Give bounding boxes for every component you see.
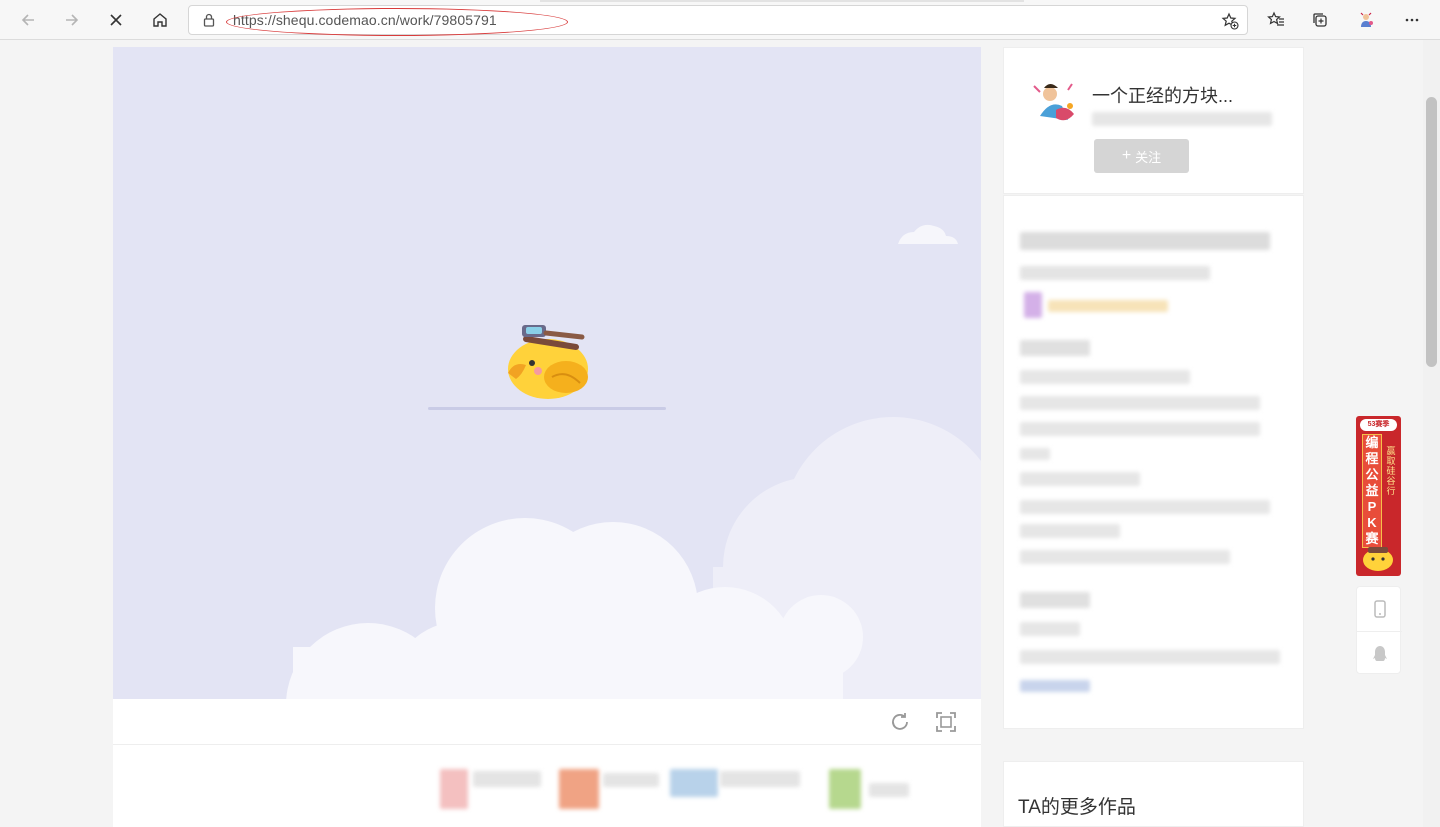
promo-char: 公 xyxy=(1365,467,1379,482)
work-description-card xyxy=(1003,195,1304,729)
phone-icon xyxy=(1373,600,1386,618)
forward-button[interactable] xyxy=(57,5,87,35)
blurred-tag xyxy=(1048,300,1168,312)
page-scrollbar[interactable] xyxy=(1423,40,1440,827)
blurred-text xyxy=(869,783,909,797)
promo-side-char: 取 xyxy=(1386,456,1396,466)
blurred-line xyxy=(1020,422,1260,436)
home-button[interactable] xyxy=(145,5,175,35)
promo-badge: 53赛季 xyxy=(1360,419,1397,431)
blurred-line xyxy=(1020,370,1190,384)
blurred-tag-icon xyxy=(1024,292,1042,318)
page-load-progress xyxy=(540,0,1024,2)
promo-title: 编 程 公 益 P K 赛 xyxy=(1362,434,1382,548)
more-icon xyxy=(1405,18,1419,22)
promo-mascot-icon xyxy=(1363,547,1393,571)
author-card: 一个正经的方块... + 关注 xyxy=(1003,47,1304,194)
browser-toolbar: https://shequ.codemao.cn/work/79805791 xyxy=(0,0,1440,40)
promo-side-char: 赢 xyxy=(1386,446,1396,456)
forward-icon xyxy=(66,14,79,26)
promo-char: P xyxy=(1367,499,1377,514)
blurred-text xyxy=(603,773,659,787)
restart-icon[interactable] xyxy=(888,710,912,734)
promo-char: K xyxy=(1367,515,1377,530)
action-row xyxy=(113,745,981,827)
more-button[interactable] xyxy=(1397,5,1427,35)
side-tools xyxy=(1356,586,1402,675)
url-text[interactable]: https://shequ.codemao.cn/work/79805791 xyxy=(233,12,497,28)
blurred-heading xyxy=(1020,592,1090,608)
scrollbar-thumb[interactable] xyxy=(1426,97,1437,367)
loading-progress-bar xyxy=(428,407,666,410)
promo-subtitle: 赢 取 硅 谷 行 xyxy=(1385,446,1397,496)
blurred-line xyxy=(1020,550,1230,564)
author-avatar-image xyxy=(1026,76,1082,132)
follow-label: 关注 xyxy=(1135,149,1162,165)
blurred-icon-collect[interactable] xyxy=(670,769,718,797)
author-avatar[interactable] xyxy=(1026,76,1082,132)
promo-char: 程 xyxy=(1365,451,1379,466)
blurred-heading xyxy=(1020,340,1090,356)
blurred-text xyxy=(720,771,800,787)
qq-icon xyxy=(1372,645,1387,661)
player-controls xyxy=(113,699,981,745)
more-works-title: TA的更多作品 xyxy=(1018,797,1136,818)
blurred-icon-share[interactable] xyxy=(829,769,861,809)
favorites-button[interactable] xyxy=(1261,5,1291,35)
promo-side-char: 硅 xyxy=(1386,466,1396,476)
blurred-link[interactable] xyxy=(1020,680,1090,692)
promo-char: 编 xyxy=(1365,435,1379,450)
blurred-text xyxy=(473,771,541,787)
promo-char: 益 xyxy=(1365,483,1379,498)
blurred-author-info xyxy=(1092,112,1272,126)
blurred-icon-coin[interactable] xyxy=(559,769,599,809)
stage-background xyxy=(286,224,981,699)
blurred-icon-like[interactable] xyxy=(440,769,468,809)
promo-side-char: 行 xyxy=(1386,486,1396,496)
blurred-line xyxy=(1020,650,1280,664)
favorites-icon xyxy=(1267,11,1284,26)
blurred-work-meta xyxy=(1020,266,1210,280)
back-button[interactable] xyxy=(13,5,43,35)
promo-banner[interactable]: 53赛季 编 程 公 益 P K 赛 赢 取 硅 谷 行 xyxy=(1356,416,1401,576)
collections-button[interactable] xyxy=(1305,5,1335,35)
mobile-button[interactable] xyxy=(1357,587,1402,631)
small-cloud xyxy=(898,224,958,244)
lock-icon[interactable] xyxy=(201,12,217,28)
blurred-line xyxy=(1020,500,1270,514)
blurred-work-title xyxy=(1020,232,1270,250)
profile-button[interactable] xyxy=(1351,5,1381,35)
stop-button[interactable] xyxy=(101,5,131,35)
home-icon xyxy=(153,13,167,27)
blurred-line xyxy=(1020,472,1140,486)
author-name[interactable]: 一个正经的方块... xyxy=(1092,82,1233,108)
collections-icon xyxy=(1313,13,1327,27)
back-icon xyxy=(21,14,34,26)
more-works-card: TA的更多作品 xyxy=(1003,761,1304,827)
profile-icon xyxy=(1360,12,1373,27)
blurred-line xyxy=(1020,524,1120,538)
fullscreen-icon[interactable] xyxy=(934,710,958,734)
blurred-line xyxy=(1020,448,1050,460)
address-bar[interactable]: https://shequ.codemao.cn/work/79805791 xyxy=(188,5,1248,35)
game-stage[interactable] xyxy=(113,47,981,699)
qq-button[interactable] xyxy=(1357,631,1402,675)
promo-side-char: 谷 xyxy=(1386,476,1396,486)
blurred-line xyxy=(1020,396,1260,410)
duck-sprite xyxy=(508,325,588,399)
follow-button[interactable]: + 关注 xyxy=(1094,139,1189,173)
plus-icon: + xyxy=(1121,147,1132,164)
stop-icon xyxy=(110,14,122,26)
favorite-add-icon[interactable] xyxy=(1221,12,1239,30)
blurred-line xyxy=(1020,622,1080,636)
